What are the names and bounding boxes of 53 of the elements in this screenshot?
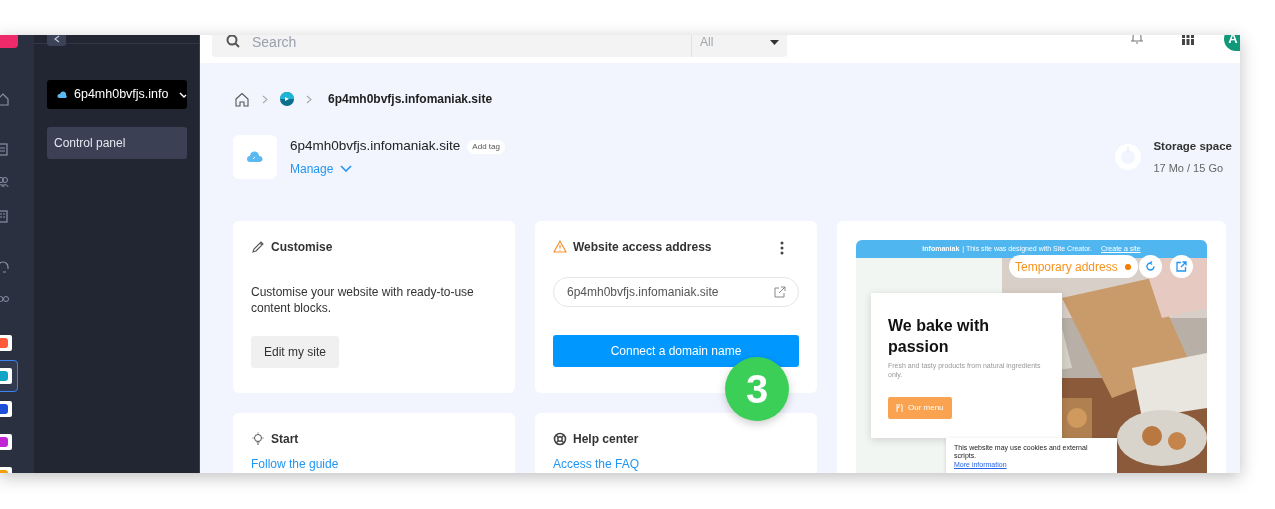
chevron-right-icon [262,94,268,104]
card-link[interactable]: Access the FAQ [553,457,640,471]
card-title: Help center [573,431,639,448]
apps-grid-icon[interactable] [1182,35,1194,45]
pencil-icon [251,240,265,254]
chevron-left-icon [53,35,60,43]
home-icon [0,93,9,106]
sidebar-item[interactable]: Control panel [47,127,187,159]
lifebuoy-icon [553,432,567,446]
caret-icon [770,39,779,45]
more-icon[interactable] [780,241,784,255]
warning-icon [553,240,567,254]
calculator-icon [0,143,9,156]
domain-selector[interactable]: 6p4mh0bvfjs.info [47,80,187,109]
headset-icon [0,260,9,273]
card-title: Customise [271,239,333,256]
external-link-icon [774,286,786,298]
lightbulb-icon [251,432,265,446]
storage-label: Storage space [1153,138,1232,154]
external-link-icon [1176,261,1187,272]
status-label: Temporary address [1015,258,1118,276]
fork-knife-icon [896,404,903,412]
product-icon [280,92,294,106]
card-title: Start [271,431,299,448]
user-avatar[interactable]: A [1224,35,1240,51]
bell-icon[interactable] [1130,35,1144,45]
connect-domain-button[interactable]: Connect a domain name [553,335,799,367]
hero-heading: We bake with passion [888,316,991,357]
card-description: Customise your website with ready-to-use content blocks. [251,284,475,316]
building-icon [0,210,9,223]
manage-link[interactable]: Manage [290,159,505,178]
edit-site-button[interactable]: Edit my site [251,336,339,368]
cloud-icon [57,90,68,99]
app-shortcut[interactable] [0,360,18,392]
status-dot [1124,263,1131,270]
refresh-icon [1145,261,1156,272]
chevron-icon [178,90,187,99]
storage-value: 17 Mo / 15 Go [1153,160,1225,176]
card-title: Website access address [573,239,712,256]
search-icon [226,35,240,48]
card-link[interactable]: Follow the guide [251,457,339,471]
logo-tile[interactable] [0,35,18,48]
chevron-right-icon [306,94,312,104]
chevron-down-icon [340,165,353,173]
domain-name: 6p4mh0bvfjs.info [74,88,169,101]
cloud-icon [247,151,263,163]
site-title: 6p4mh0bvfjs.infomaniak.site [290,137,461,156]
users-icon [0,176,9,189]
breadcrumb-item[interactable]: 6p4mh0bvfjs.infomaniak.site [328,90,493,108]
address-value: 6p4mh0bvfjs.infomaniak.site [567,284,719,301]
add-tag-button[interactable]: Add tag [467,139,505,154]
filter-value: All [700,35,714,51]
home-icon [234,91,250,107]
